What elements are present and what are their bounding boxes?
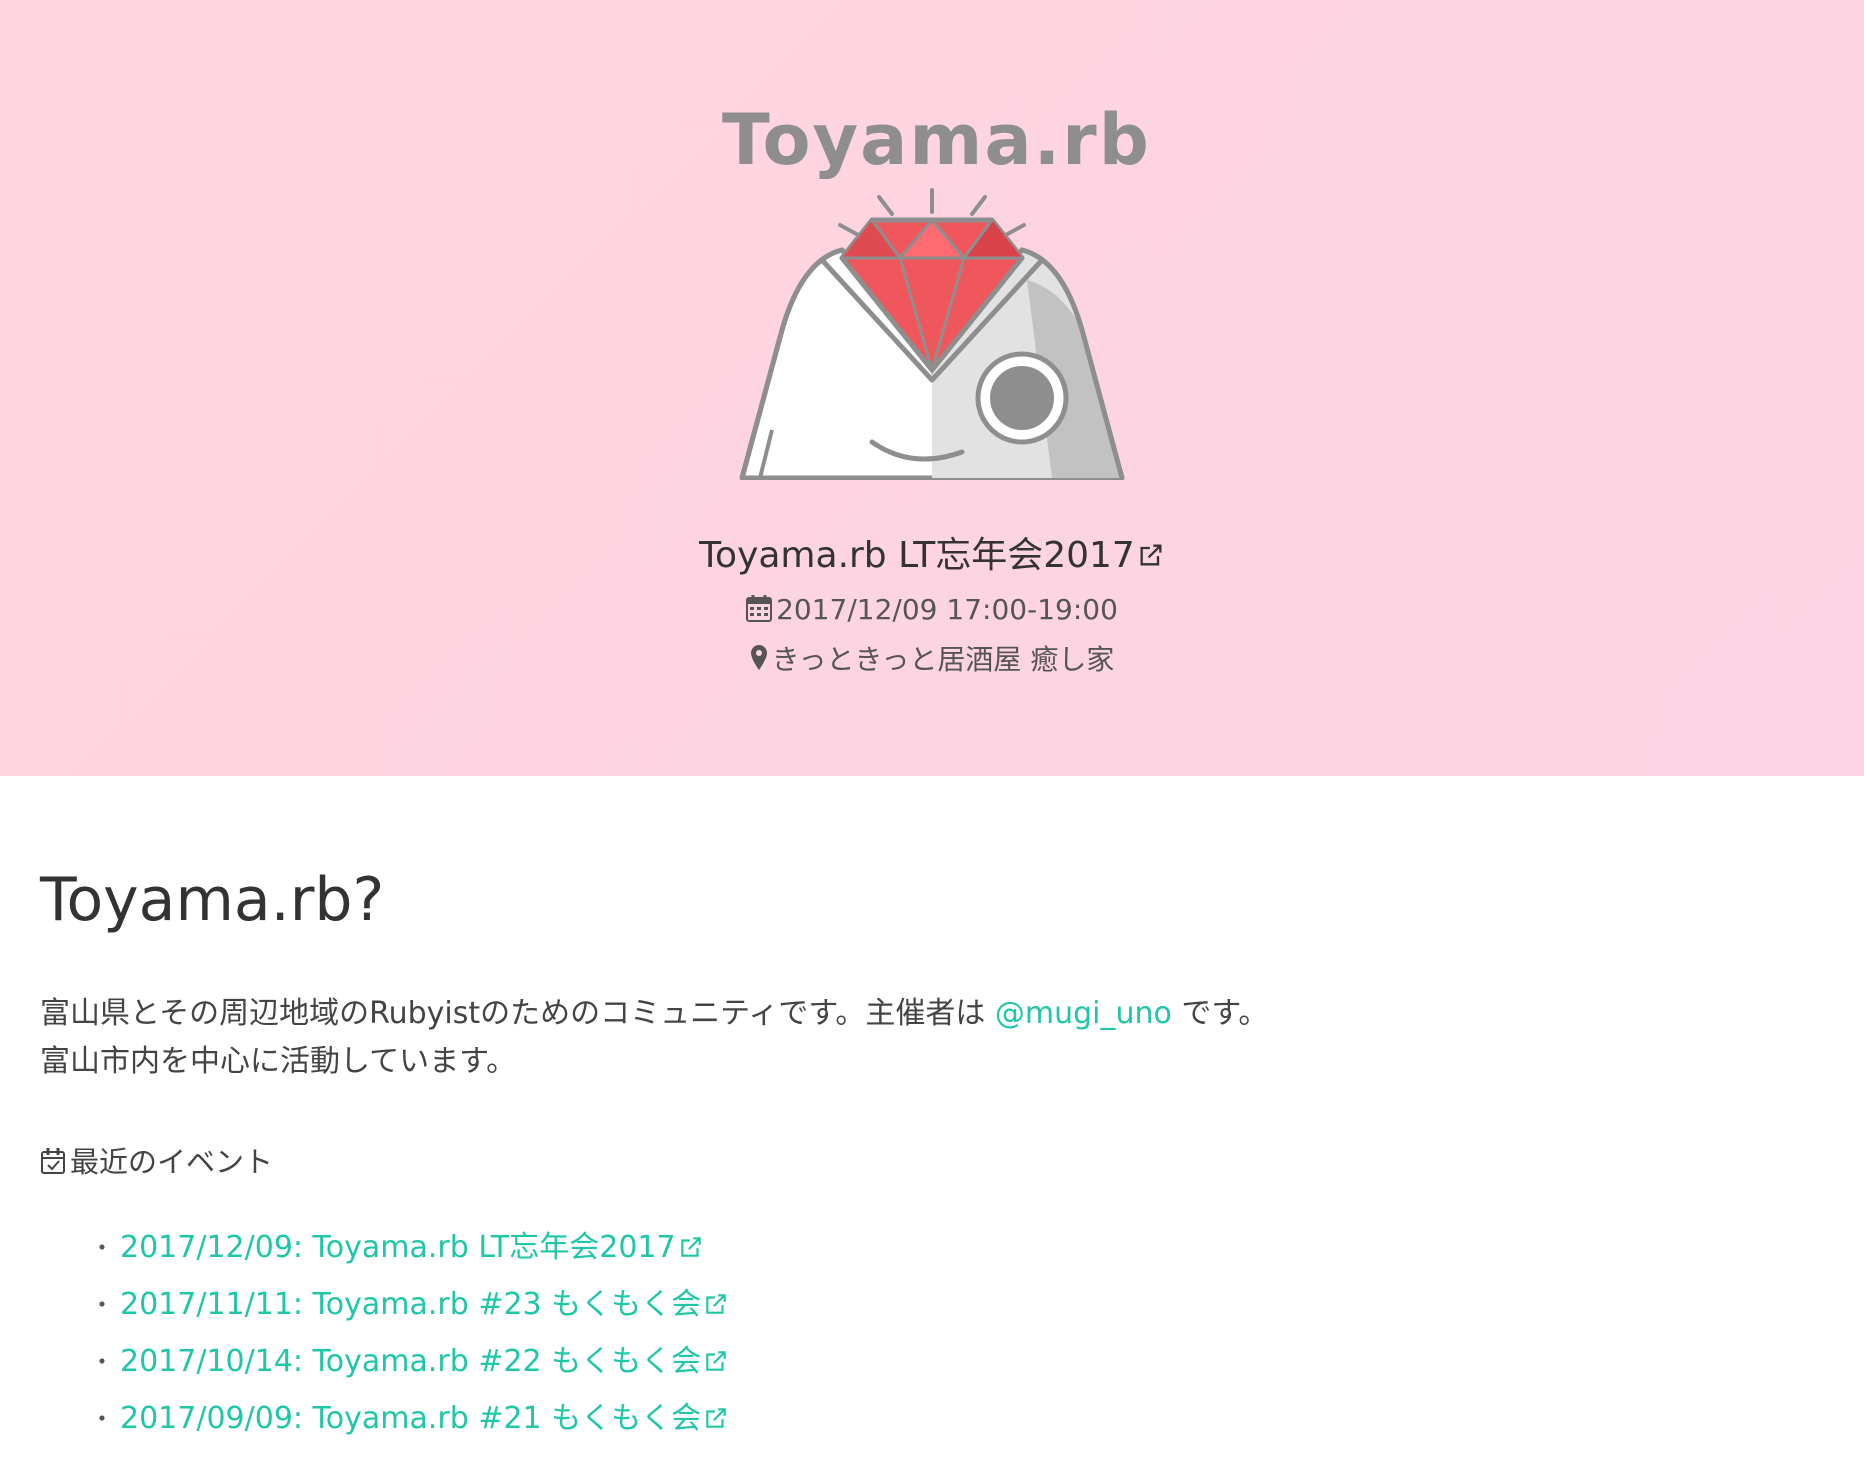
event-list-item: ・ 2017/10/14: Toyama.rb #22 もくもく会 xyxy=(90,1335,1820,1392)
event-list-item: ・ 2017/09/09: Toyama.rb #21 もくもく会 xyxy=(90,1392,1820,1449)
external-link-icon xyxy=(703,1281,729,1335)
event-datetime-text: 2017/12/09 17:00-19:00 xyxy=(776,593,1118,626)
event-link[interactable]: 2017/10/14: Toyama.rb #22 もくもく会 xyxy=(120,1344,701,1379)
external-link-icon xyxy=(703,1338,729,1392)
event-place-text: きっときっと居酒屋 癒し家 xyxy=(771,643,1115,676)
list-bullet: ・ xyxy=(90,1291,114,1319)
recent-events-heading: 最近のイベント xyxy=(40,1142,1820,1185)
calendar-icon xyxy=(746,594,773,631)
external-link-icon xyxy=(1137,534,1165,582)
featured-event-datetime: 2017/12/09 17:00-19:00 xyxy=(0,592,1864,631)
event-link[interactable]: 2017/12/09: Toyama.rb LT忘年会2017 xyxy=(120,1230,676,1265)
event-list-item: ・ 2017/12/09: Toyama.rb LT忘年会2017 xyxy=(90,1221,1820,1278)
recent-events-label: 最近のイベント xyxy=(70,1145,274,1179)
featured-event-title[interactable]: Toyama.rb LT忘年会2017 xyxy=(0,532,1864,582)
about-line-1: 富山県とその周辺地域のRubyistのためのコミュニティです。主催者は @mug… xyxy=(40,990,1820,1038)
about-text-after: です。 xyxy=(1171,996,1269,1031)
featured-event-link[interactable]: Toyama.rb LT忘年会2017 xyxy=(699,535,1135,576)
about-line-2: 富山市内を中心に活動しています。 xyxy=(40,1044,517,1079)
list-bullet: ・ xyxy=(90,1234,114,1262)
external-link-icon xyxy=(678,1224,704,1278)
recent-events-list: ・ 2017/12/09: Toyama.rb LT忘年会2017 ・ 2017/1… xyxy=(40,1221,1820,1449)
hero-banner: Toyama.rb Toyama.rb LT忘年会2017 2017/12/09… xyxy=(0,0,1864,776)
logo-text: Toyama.rb xyxy=(722,99,1151,181)
event-list-item: ・ 2017/11/11: Toyama.rb #23 もくもく会 xyxy=(90,1278,1820,1335)
calendar-check-icon xyxy=(40,1145,66,1185)
featured-event-place: きっときっと居酒屋 癒し家 xyxy=(0,642,1864,681)
main-content: Toyama.rb? 富山県とその周辺地域のRubyistのためのコミュニティで… xyxy=(40,860,1820,1449)
list-bullet: ・ xyxy=(90,1348,114,1376)
mascot-illustration xyxy=(739,188,1125,480)
event-link[interactable]: 2017/11/11: Toyama.rb #23 もくもく会 xyxy=(120,1287,701,1322)
event-link[interactable]: 2017/09/09: Toyama.rb #21 もくもく会 xyxy=(120,1401,701,1436)
about-description: 富山県とその周辺地域のRubyistのためのコミュニティです。主催者は @mug… xyxy=(40,990,1820,1086)
external-link-icon xyxy=(703,1395,729,1449)
about-heading: Toyama.rb? xyxy=(40,865,385,935)
about-text-before: 富山県とその周辺地域のRubyistのためのコミュニティです。主催者は xyxy=(40,996,995,1031)
list-bullet: ・ xyxy=(90,1405,114,1433)
toyama-rb-logo: Toyama.rb xyxy=(722,99,1151,480)
organizer-link[interactable]: @mugi_uno xyxy=(995,996,1172,1031)
map-marker-icon xyxy=(750,644,768,681)
